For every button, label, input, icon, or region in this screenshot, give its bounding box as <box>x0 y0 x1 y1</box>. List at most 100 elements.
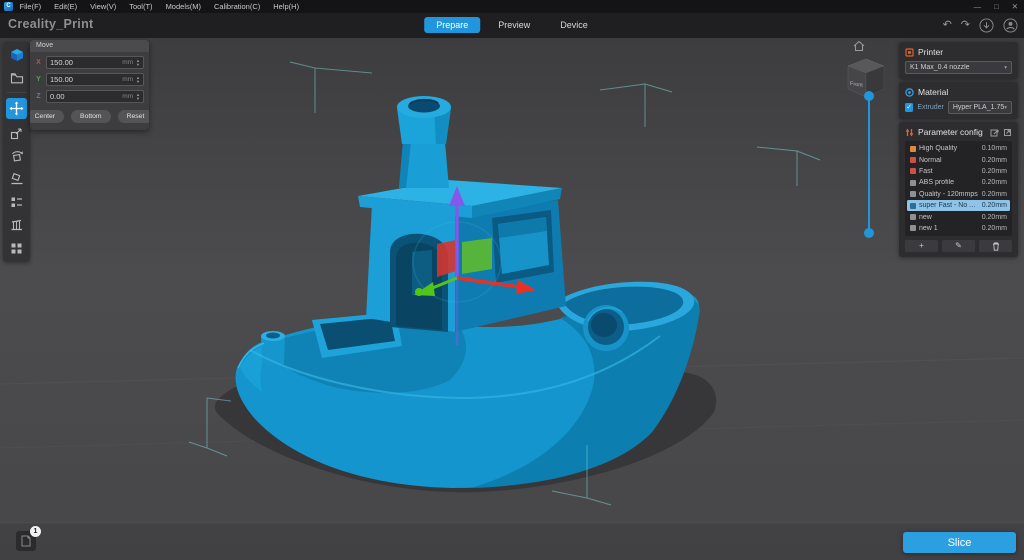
chevron-down-icon: ▾ <box>1004 105 1007 111</box>
object-list-button[interactable] <box>6 193 27 211</box>
file-profile-icon <box>910 180 916 186</box>
material-select[interactable]: Hyper PLA_1.75 ▾ <box>948 101 1012 114</box>
move-tool-button[interactable] <box>6 98 27 119</box>
app-logo[interactable]: C <box>4 2 13 11</box>
close-button[interactable]: ✕ <box>1012 0 1018 13</box>
profile-row[interactable]: new 1 0.20mm <box>907 223 1010 234</box>
z-stepper[interactable]: ▲▼ <box>136 93 140 101</box>
parameter-config-card: Parameter config High Quality 0.10mm Nor… <box>899 122 1018 257</box>
download-icon[interactable] <box>979 18 994 33</box>
bottom-button[interactable]: Bottom <box>71 110 111 123</box>
move-panel-title[interactable]: Move <box>30 40 149 52</box>
z-axis-label: Z <box>35 93 42 100</box>
rotate-tool-button[interactable] <box>6 147 27 165</box>
maximize-button[interactable]: □ <box>994 0 999 13</box>
chevron-down-icon: ▾ <box>1004 65 1007 71</box>
printer-select[interactable]: K1 Max_0.4 nozzle ▾ <box>905 61 1012 74</box>
y-position-field[interactable]: mm ▲▼ <box>46 73 144 86</box>
z-position-input[interactable] <box>50 92 102 101</box>
delete-profile-button[interactable] <box>979 240 1012 252</box>
system-profile-icon <box>910 157 916 163</box>
zoom-slider-track[interactable] <box>868 96 870 233</box>
add-profile-button[interactable]: + <box>905 240 938 252</box>
reset-button[interactable]: Reset <box>118 110 149 123</box>
menu-edit[interactable]: Edit(E) <box>48 0 84 13</box>
build-volume-corner-markers <box>290 62 820 186</box>
scale-tool-button[interactable] <box>6 124 27 142</box>
menu-view[interactable]: View(V) <box>84 0 123 13</box>
y-unit-label: mm <box>122 76 133 83</box>
zoom-slider-top-handle[interactable] <box>864 91 874 101</box>
quality-profile-icon <box>910 146 916 152</box>
notification-badge: 1 <box>30 526 41 537</box>
clone-arrange-button[interactable] <box>6 239 27 257</box>
lay-flat-tool-button[interactable] <box>6 170 27 188</box>
profile-row[interactable]: Fast 0.20mm <box>907 166 1010 177</box>
x-unit-label: mm <box>122 59 133 66</box>
x-position-input[interactable] <box>50 58 102 67</box>
export-profile-icon[interactable] <box>1003 128 1012 137</box>
x-stepper[interactable]: ▲▼ <box>136 59 140 67</box>
center-button[interactable]: Center <box>30 110 64 123</box>
z-position-field[interactable]: mm ▲▼ <box>46 90 144 103</box>
profile-row[interactable]: Normal 0.20mm <box>907 154 1010 165</box>
gizmo-plane-y[interactable] <box>462 238 492 274</box>
profile-row[interactable]: ABS profile 0.20mm <box>907 177 1010 188</box>
file-profile-icon <box>910 225 916 231</box>
material-icon <box>905 88 914 97</box>
lay-flat-icon <box>10 172 24 186</box>
x-position-field[interactable]: mm ▲▼ <box>46 56 144 69</box>
zoom-slider-bottom-handle[interactable] <box>864 228 874 238</box>
home-view-button[interactable] <box>853 40 865 52</box>
right-panel: Printer K1 Max_0.4 nozzle ▾ Material ✓ E… <box>899 42 1018 260</box>
menu-help[interactable]: Help(H) <box>267 0 306 13</box>
redo-icon[interactable]: ↷ <box>961 15 970 35</box>
creality-print-window: C File(F) Edit(E) View(V) Tool(T) Models… <box>0 0 1024 560</box>
import-profile-icon[interactable] <box>990 128 999 137</box>
gizmo-y-tip[interactable] <box>415 288 423 296</box>
arrange-grid-icon <box>10 242 23 255</box>
material-section-title: Material <box>918 87 948 97</box>
printer-section-title: Printer <box>918 47 943 57</box>
file-profile-icon <box>910 203 916 209</box>
minimize-button[interactable]: — <box>974 0 982 13</box>
home-icon <box>853 40 865 52</box>
parameter-config-icon <box>905 128 914 137</box>
undo-icon[interactable]: ↶ <box>943 15 952 35</box>
profile-row[interactable]: new 0.20mm <box>907 211 1010 222</box>
menu-models[interactable]: Models(M) <box>159 0 207 13</box>
rotate-icon <box>10 149 24 163</box>
y-position-input[interactable] <box>50 75 102 84</box>
profile-list: High Quality 0.10mm Normal 0.20mm Fast 0… <box>905 141 1012 236</box>
menu-file[interactable]: File(F) <box>13 0 48 13</box>
profile-row[interactable]: Quality - 120mmps 0.20mm <box>907 189 1010 200</box>
edit-profile-button[interactable]: ✎ <box>942 240 975 252</box>
open-file-button[interactable] <box>6 69 27 87</box>
printer-icon <box>905 48 914 57</box>
z-unit-label: mm <box>122 93 133 100</box>
support-tool-button[interactable] <box>6 216 27 234</box>
y-axis-label: Y <box>35 76 42 83</box>
menu-calibration[interactable]: Calibration(C) <box>207 0 266 13</box>
message-icon <box>21 535 31 547</box>
slice-button[interactable]: Slice <box>903 532 1016 553</box>
support-icon <box>10 218 24 232</box>
profile-row-selected[interactable]: super Fast - No Acc_contr 0.20mm <box>907 200 1010 211</box>
tab-prepare[interactable]: Prepare <box>424 17 480 33</box>
import-model-button[interactable] <box>6 46 27 64</box>
menu-tool[interactable]: Tool(T) <box>123 0 159 13</box>
profile-row[interactable]: High Quality 0.10mm <box>907 143 1010 154</box>
tab-preview[interactable]: Preview <box>486 17 542 33</box>
menu-bar: C File(F) Edit(E) View(V) Tool(T) Models… <box>0 0 1024 13</box>
object-list-icon <box>10 196 23 209</box>
gizmo-plane-x[interactable] <box>437 240 456 277</box>
folder-icon <box>10 71 24 85</box>
user-account-icon[interactable] <box>1003 18 1018 33</box>
extruder-checkbox[interactable]: ✓ <box>905 103 913 112</box>
trash-icon <box>992 242 1000 251</box>
x-axis-label: X <box>35 59 42 66</box>
model-benchy[interactable] <box>236 96 700 488</box>
extruder-label: Extruder <box>917 104 943 111</box>
y-stepper[interactable]: ▲▼ <box>136 76 140 84</box>
tab-device[interactable]: Device <box>548 17 600 33</box>
